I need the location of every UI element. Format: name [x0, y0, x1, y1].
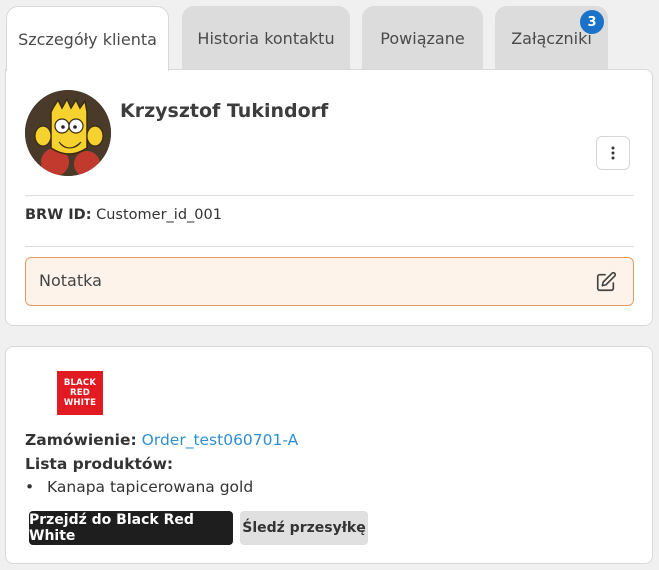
bullet: • — [25, 478, 35, 496]
customer-details-card: Krzysztof Tukindorf BRW ID: Customer_id_… — [5, 69, 653, 326]
avatar-illustration — [25, 90, 111, 176]
list-item: • Kanapa tapicerowana gold — [25, 478, 253, 496]
tab-customer-details[interactable]: Szczegóły klienta — [6, 6, 169, 71]
order-row: Zamówienie: Order_test060701-A — [25, 431, 298, 449]
note-box[interactable]: Notatka — [25, 257, 634, 306]
tab-attachments[interactable]: Załączniki 3 — [495, 6, 608, 70]
tab-contact-history[interactable]: Historia kontaktu — [182, 6, 350, 70]
brw-id-row: BRW ID: Customer_id_001 — [25, 207, 222, 223]
edit-square-icon[interactable] — [595, 271, 617, 293]
tab-label: Szczegóły klienta — [18, 29, 157, 49]
divider — [25, 246, 634, 247]
product-name: Kanapa tapicerowana gold — [47, 478, 254, 496]
go-to-store-button[interactable]: Przejdź do Black Red White — [29, 511, 233, 545]
tab-bar: Szczegóły klienta Historia kontaktu Powi… — [6, 6, 656, 71]
tab-label: Historia kontaktu — [197, 28, 335, 48]
tab-label: Powiązane — [380, 28, 465, 48]
divider — [25, 195, 634, 196]
brw-id-value: Customer_id_001 — [96, 207, 222, 223]
brw-id-label: BRW ID: — [25, 207, 92, 223]
brand-logo: BLACK RED WHITE — [57, 371, 103, 415]
note-label: Notatka — [39, 271, 102, 290]
order-link[interactable]: Order_test060701-A — [142, 431, 299, 449]
client-name: Krzysztof Tukindorf — [120, 100, 329, 122]
more-options-button[interactable] — [596, 136, 630, 170]
tab-label: Załączniki — [511, 28, 592, 48]
track-shipment-button[interactable]: Śledź przesyłkę — [240, 511, 368, 545]
attachments-count-badge: 3 — [580, 10, 604, 34]
order-card: BLACK RED WHITE Zamówienie: Order_test06… — [5, 346, 653, 564]
more-vertical-icon — [611, 146, 615, 160]
page: Szczegóły klienta Historia kontaktu Powi… — [0, 0, 659, 570]
tab-related[interactable]: Powiązane — [362, 6, 483, 70]
order-label: Zamówienie: — [25, 431, 137, 449]
avatar — [25, 90, 111, 176]
products-label: Lista produktów: — [25, 455, 174, 473]
